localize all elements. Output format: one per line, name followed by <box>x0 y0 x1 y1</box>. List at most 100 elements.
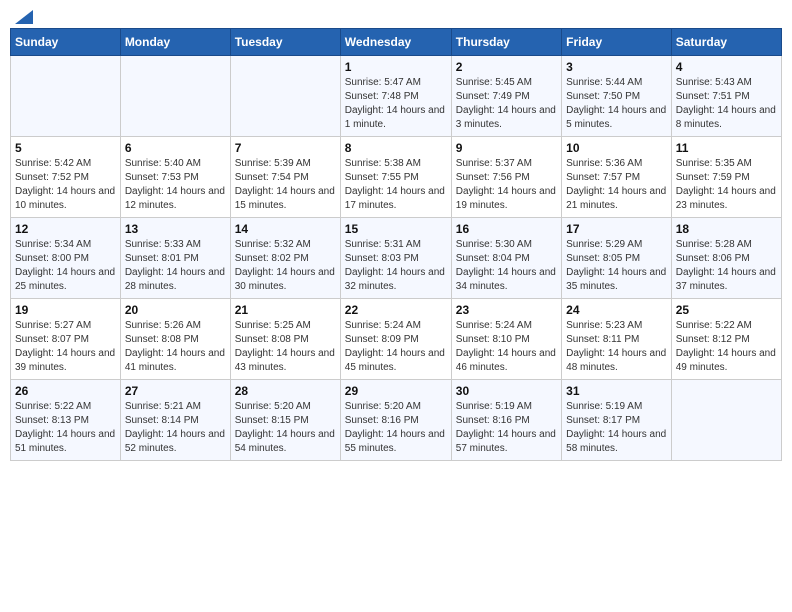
day-number: 17 <box>566 222 667 236</box>
day-header-saturday: Saturday <box>671 29 781 56</box>
day-number: 13 <box>125 222 226 236</box>
day-number: 4 <box>676 60 777 74</box>
calendar-cell: 23 Sunrise: 5:24 AMSunset: 8:10 PMDaylig… <box>451 299 561 380</box>
day-info: Sunrise: 5:34 AMSunset: 8:00 PMDaylight:… <box>15 238 116 294</box>
calendar-cell: 20 Sunrise: 5:26 AMSunset: 8:08 PMDaylig… <box>120 299 230 380</box>
day-info: Sunrise: 5:44 AMSunset: 7:50 PMDaylight:… <box>566 76 667 132</box>
day-number: 20 <box>125 303 226 317</box>
calendar-cell <box>671 380 781 461</box>
day-number: 5 <box>15 141 116 155</box>
day-header-tuesday: Tuesday <box>230 29 340 56</box>
day-info: Sunrise: 5:45 AMSunset: 7:49 PMDaylight:… <box>456 76 557 132</box>
day-info: Sunrise: 5:19 AMSunset: 8:16 PMDaylight:… <box>456 400 557 456</box>
calendar-cell: 11 Sunrise: 5:35 AMSunset: 7:59 PMDaylig… <box>671 137 781 218</box>
calendar-cell <box>230 56 340 137</box>
day-header-monday: Monday <box>120 29 230 56</box>
day-info: Sunrise: 5:40 AMSunset: 7:53 PMDaylight:… <box>125 157 226 213</box>
calendar-cell <box>120 56 230 137</box>
calendar-cell: 18 Sunrise: 5:28 AMSunset: 8:06 PMDaylig… <box>671 218 781 299</box>
day-number: 19 <box>15 303 116 317</box>
calendar-cell: 1 Sunrise: 5:47 AMSunset: 7:48 PMDayligh… <box>340 56 451 137</box>
day-info: Sunrise: 5:39 AMSunset: 7:54 PMDaylight:… <box>235 157 336 213</box>
calendar-cell: 9 Sunrise: 5:37 AMSunset: 7:56 PMDayligh… <box>451 137 561 218</box>
day-number: 28 <box>235 384 336 398</box>
day-info: Sunrise: 5:21 AMSunset: 8:14 PMDaylight:… <box>125 400 226 456</box>
day-info: Sunrise: 5:43 AMSunset: 7:51 PMDaylight:… <box>676 76 777 132</box>
day-info: Sunrise: 5:35 AMSunset: 7:59 PMDaylight:… <box>676 157 777 213</box>
calendar-cell: 24 Sunrise: 5:23 AMSunset: 8:11 PMDaylig… <box>562 299 672 380</box>
day-number: 9 <box>456 141 557 155</box>
day-info: Sunrise: 5:37 AMSunset: 7:56 PMDaylight:… <box>456 157 557 213</box>
calendar-cell: 15 Sunrise: 5:31 AMSunset: 8:03 PMDaylig… <box>340 218 451 299</box>
day-number: 1 <box>345 60 447 74</box>
calendar-cell: 17 Sunrise: 5:29 AMSunset: 8:05 PMDaylig… <box>562 218 672 299</box>
day-info: Sunrise: 5:19 AMSunset: 8:17 PMDaylight:… <box>566 400 667 456</box>
calendar-cell: 28 Sunrise: 5:20 AMSunset: 8:15 PMDaylig… <box>230 380 340 461</box>
calendar-cell: 13 Sunrise: 5:33 AMSunset: 8:01 PMDaylig… <box>120 218 230 299</box>
day-info: Sunrise: 5:20 AMSunset: 8:15 PMDaylight:… <box>235 400 336 456</box>
calendar-cell: 30 Sunrise: 5:19 AMSunset: 8:16 PMDaylig… <box>451 380 561 461</box>
day-number: 25 <box>676 303 777 317</box>
day-number: 3 <box>566 60 667 74</box>
day-number: 15 <box>345 222 447 236</box>
day-info: Sunrise: 5:32 AMSunset: 8:02 PMDaylight:… <box>235 238 336 294</box>
day-number: 2 <box>456 60 557 74</box>
day-number: 24 <box>566 303 667 317</box>
day-info: Sunrise: 5:22 AMSunset: 8:12 PMDaylight:… <box>676 319 777 375</box>
day-info: Sunrise: 5:29 AMSunset: 8:05 PMDaylight:… <box>566 238 667 294</box>
calendar-cell: 14 Sunrise: 5:32 AMSunset: 8:02 PMDaylig… <box>230 218 340 299</box>
calendar-cell: 26 Sunrise: 5:22 AMSunset: 8:13 PMDaylig… <box>11 380 121 461</box>
day-number: 26 <box>15 384 116 398</box>
calendar-cell: 16 Sunrise: 5:30 AMSunset: 8:04 PMDaylig… <box>451 218 561 299</box>
day-number: 10 <box>566 141 667 155</box>
day-info: Sunrise: 5:22 AMSunset: 8:13 PMDaylight:… <box>15 400 116 456</box>
day-info: Sunrise: 5:47 AMSunset: 7:48 PMDaylight:… <box>345 76 447 132</box>
day-number: 22 <box>345 303 447 317</box>
calendar-cell: 7 Sunrise: 5:39 AMSunset: 7:54 PMDayligh… <box>230 137 340 218</box>
day-header-thursday: Thursday <box>451 29 561 56</box>
day-info: Sunrise: 5:25 AMSunset: 8:08 PMDaylight:… <box>235 319 336 375</box>
day-header-wednesday: Wednesday <box>340 29 451 56</box>
calendar-cell: 2 Sunrise: 5:45 AMSunset: 7:49 PMDayligh… <box>451 56 561 137</box>
day-header-friday: Friday <box>562 29 672 56</box>
day-info: Sunrise: 5:24 AMSunset: 8:10 PMDaylight:… <box>456 319 557 375</box>
calendar-cell: 27 Sunrise: 5:21 AMSunset: 8:14 PMDaylig… <box>120 380 230 461</box>
day-info: Sunrise: 5:28 AMSunset: 8:06 PMDaylight:… <box>676 238 777 294</box>
day-number: 8 <box>345 141 447 155</box>
day-info: Sunrise: 5:23 AMSunset: 8:11 PMDaylight:… <box>566 319 667 375</box>
calendar-cell: 31 Sunrise: 5:19 AMSunset: 8:17 PMDaylig… <box>562 380 672 461</box>
day-number: 30 <box>456 384 557 398</box>
day-info: Sunrise: 5:38 AMSunset: 7:55 PMDaylight:… <box>345 157 447 213</box>
day-number: 7 <box>235 141 336 155</box>
day-number: 14 <box>235 222 336 236</box>
calendar-cell <box>11 56 121 137</box>
page-header <box>10 10 782 20</box>
calendar-table: SundayMondayTuesdayWednesdayThursdayFrid… <box>10 28 782 461</box>
logo-icon <box>15 6 33 24</box>
day-info: Sunrise: 5:24 AMSunset: 8:09 PMDaylight:… <box>345 319 447 375</box>
day-info: Sunrise: 5:30 AMSunset: 8:04 PMDaylight:… <box>456 238 557 294</box>
calendar-cell: 19 Sunrise: 5:27 AMSunset: 8:07 PMDaylig… <box>11 299 121 380</box>
day-number: 12 <box>15 222 116 236</box>
day-number: 11 <box>676 141 777 155</box>
day-number: 21 <box>235 303 336 317</box>
logo <box>14 10 33 20</box>
day-info: Sunrise: 5:36 AMSunset: 7:57 PMDaylight:… <box>566 157 667 213</box>
calendar-cell: 10 Sunrise: 5:36 AMSunset: 7:57 PMDaylig… <box>562 137 672 218</box>
calendar-cell: 29 Sunrise: 5:20 AMSunset: 8:16 PMDaylig… <box>340 380 451 461</box>
day-number: 23 <box>456 303 557 317</box>
calendar-cell: 8 Sunrise: 5:38 AMSunset: 7:55 PMDayligh… <box>340 137 451 218</box>
day-info: Sunrise: 5:33 AMSunset: 8:01 PMDaylight:… <box>125 238 226 294</box>
calendar-cell: 4 Sunrise: 5:43 AMSunset: 7:51 PMDayligh… <box>671 56 781 137</box>
day-info: Sunrise: 5:31 AMSunset: 8:03 PMDaylight:… <box>345 238 447 294</box>
day-number: 6 <box>125 141 226 155</box>
day-number: 29 <box>345 384 447 398</box>
day-info: Sunrise: 5:26 AMSunset: 8:08 PMDaylight:… <box>125 319 226 375</box>
calendar-cell: 25 Sunrise: 5:22 AMSunset: 8:12 PMDaylig… <box>671 299 781 380</box>
calendar-cell: 21 Sunrise: 5:25 AMSunset: 8:08 PMDaylig… <box>230 299 340 380</box>
day-number: 31 <box>566 384 667 398</box>
day-info: Sunrise: 5:20 AMSunset: 8:16 PMDaylight:… <box>345 400 447 456</box>
day-number: 16 <box>456 222 557 236</box>
day-info: Sunrise: 5:27 AMSunset: 8:07 PMDaylight:… <box>15 319 116 375</box>
day-number: 27 <box>125 384 226 398</box>
